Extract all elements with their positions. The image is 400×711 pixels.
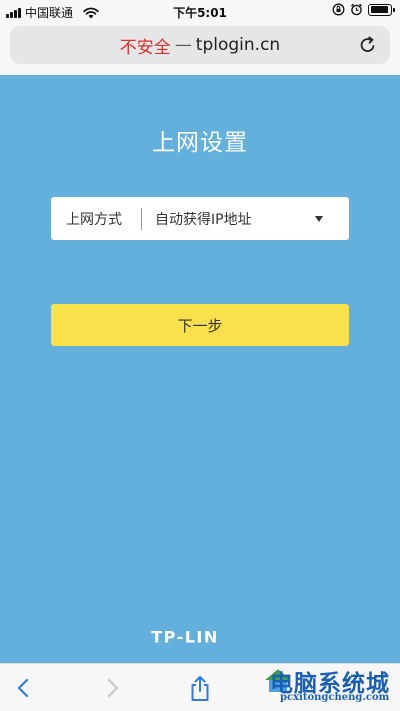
connection-type-value: 自动获得IP地址 (155, 211, 252, 228)
insecure-label: 不安全 (119, 37, 171, 58)
page-title: 上网设置 (152, 130, 248, 156)
logo-text: TP-LIN (151, 628, 219, 646)
back-icon[interactable] (10, 674, 38, 702)
share-icon[interactable] (186, 674, 214, 702)
connection-type-label: 上网方式 (66, 211, 122, 228)
url-separator: — (174, 35, 192, 55)
battery-icon (368, 3, 395, 16)
forward-icon[interactable] (98, 674, 126, 702)
connection-type-select[interactable]: 上网方式 自动获得IP地址 (51, 197, 349, 240)
main-panel: 上网设置 上网方式 自动获得IP地址 下一步 TP-LIN (0, 75, 400, 663)
battery-level (370, 6, 388, 13)
tp-link-logo: TP-LIN (151, 628, 219, 646)
select-divider (141, 207, 142, 230)
next-button[interactable]: 下一步 (51, 304, 349, 346)
watermark: 电脑系统城 pcxitongcheng.com (258, 664, 400, 711)
url-bar[interactable]: 不安全 — tplogin.cn (10, 26, 390, 64)
caret-down-icon (315, 215, 323, 222)
orientation-lock-icon (332, 3, 345, 16)
status-right (332, 3, 395, 16)
alarm-icon (351, 3, 362, 16)
reload-icon[interactable] (358, 35, 378, 55)
status-bar: 中国联通 下午5:01 (0, 0, 400, 22)
url-host: tplogin.cn (195, 35, 281, 55)
watermark-url: pcxitongcheng.com (280, 692, 390, 703)
